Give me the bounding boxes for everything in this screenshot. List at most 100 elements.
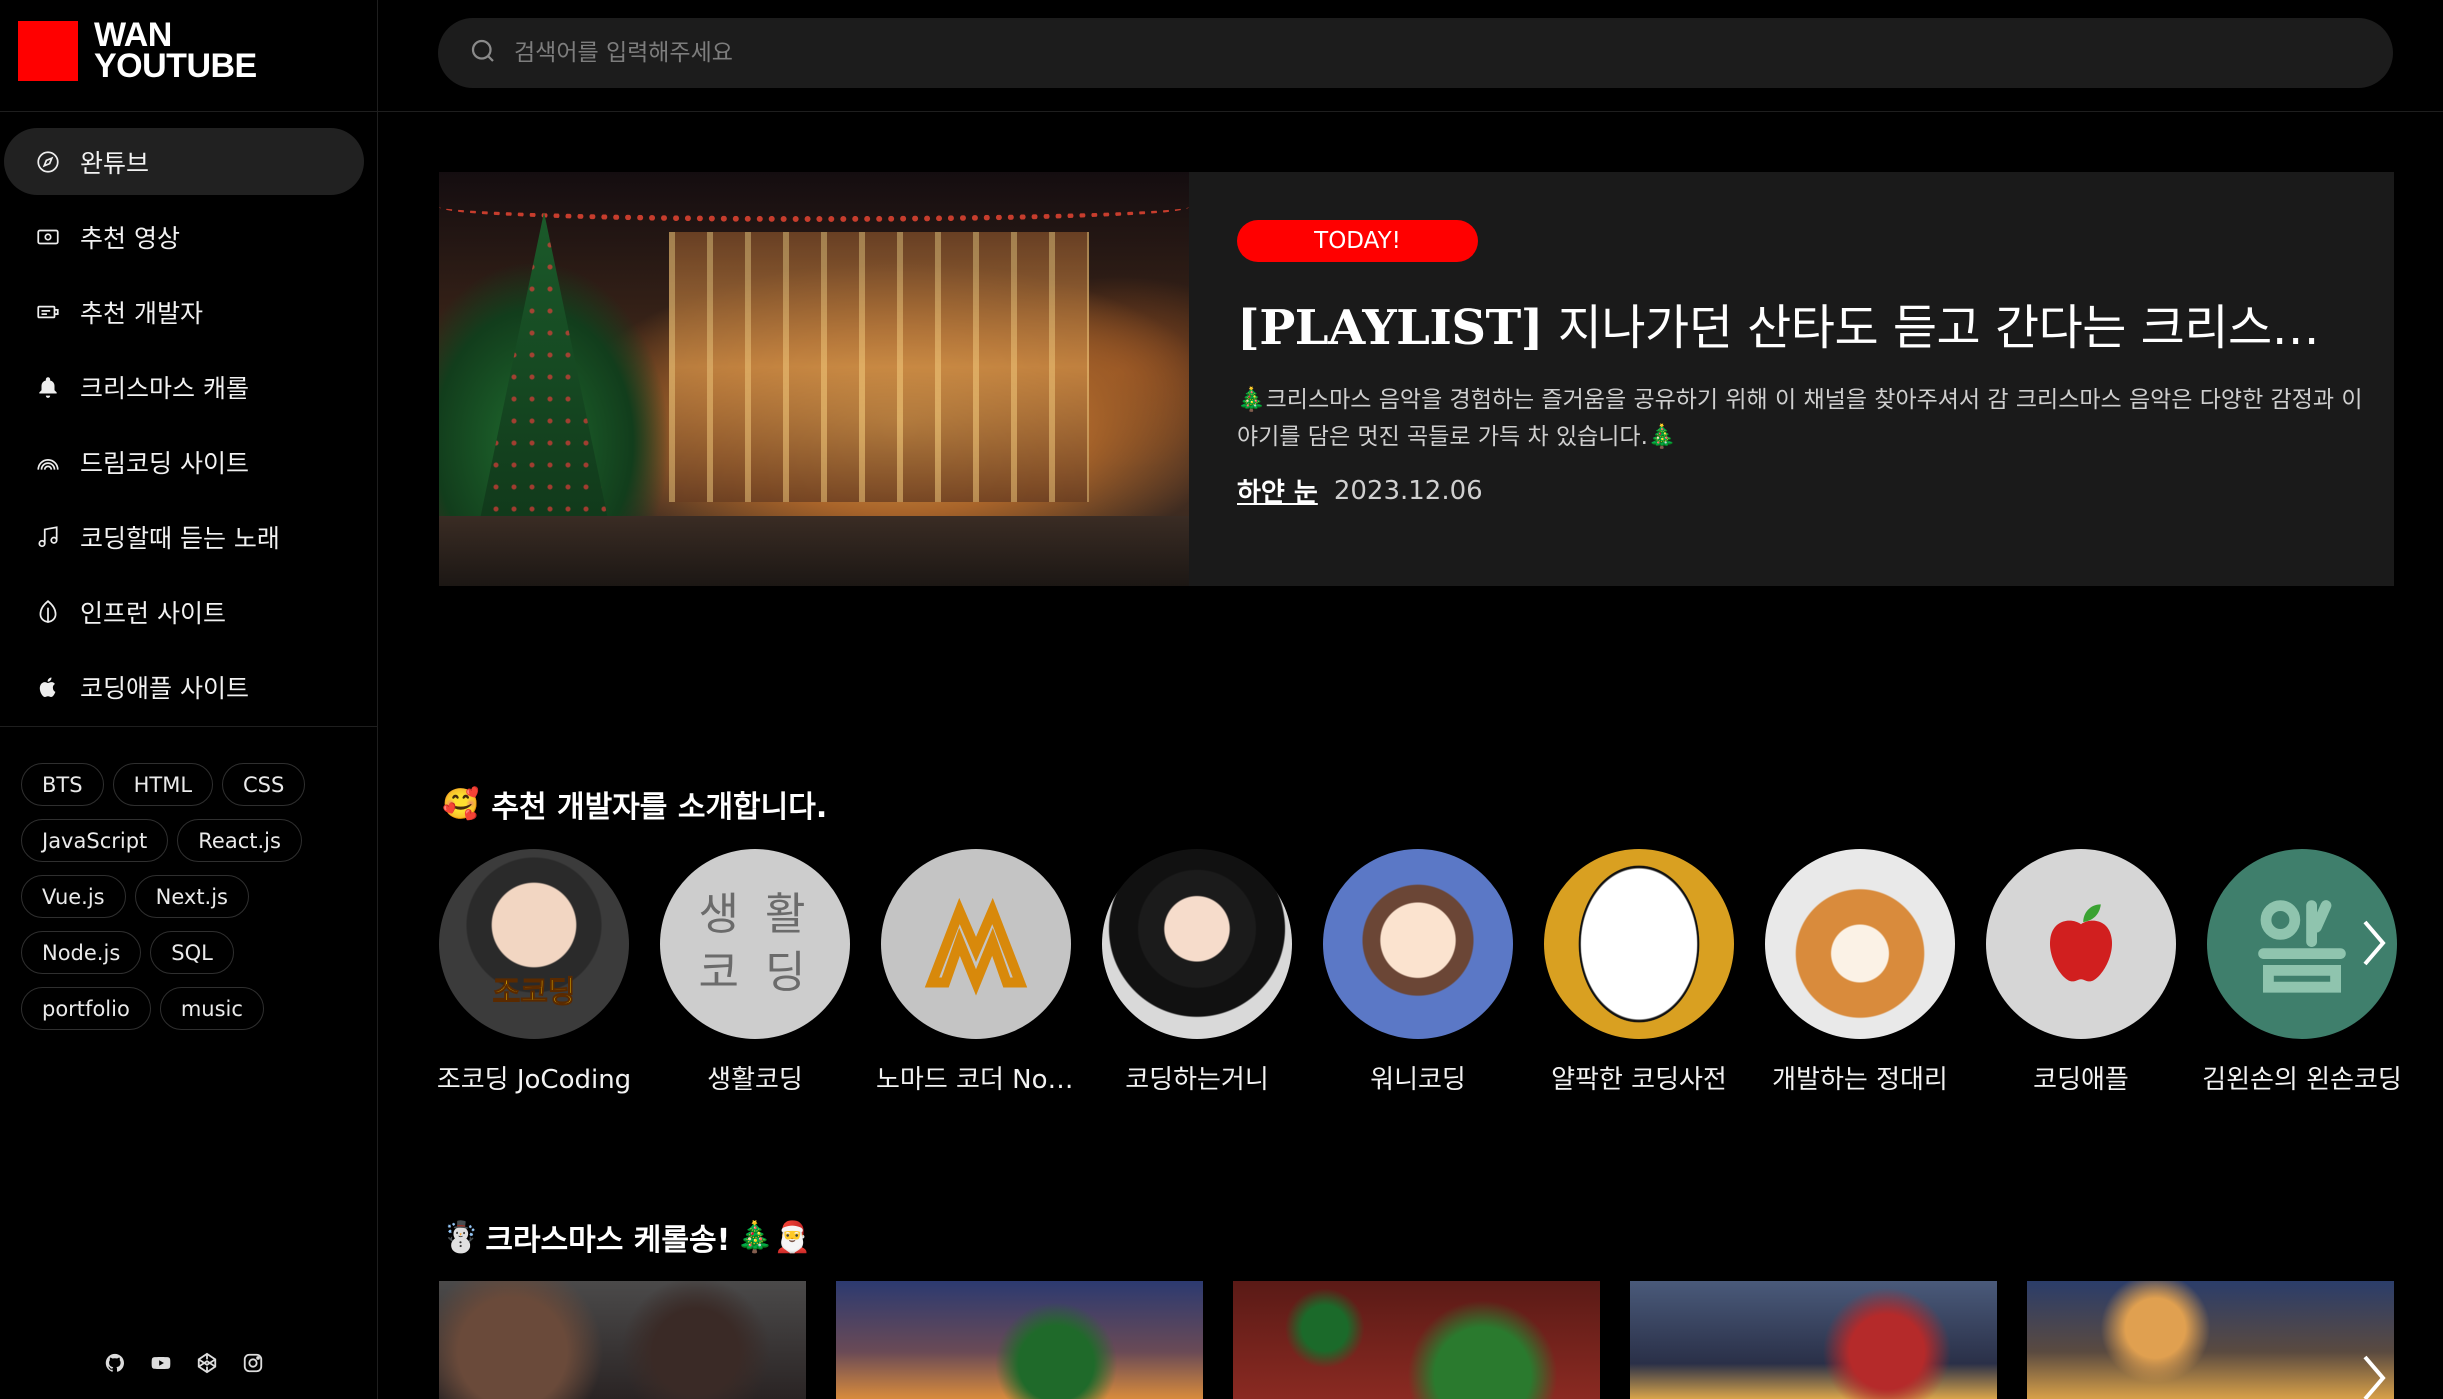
sidebar-item-christmas-carol[interactable]: 크리스마스 캐롤 [4,353,364,420]
featured-date: 2023.12.06 [1333,475,1483,506]
rainbow-icon [34,448,62,476]
codepen-icon[interactable] [196,1352,218,1374]
sidebar-item-recommended-videos[interactable]: 추천 영상 [4,203,364,270]
sidebar-item-label: 추천 영상 [80,223,180,253]
sidebar-item-codingapple[interactable]: 코딩애플 사이트 [4,653,364,720]
tag-list: BTS HTML CSS JavaScript React.js Vue.js … [21,763,361,1030]
sidebar-item-label: 코딩할때 듣는 노래 [80,523,280,553]
leftcoding-logo-icon [2258,900,2346,993]
featured-thumbnail[interactable] [439,172,1189,586]
developer-card[interactable]: 조코딩 조코딩 JoCoding [437,849,631,1096]
chevron-right-icon [2359,1353,2389,1399]
developer-card[interactable]: 코딩애플 [1986,849,2176,1096]
tag-chip[interactable]: BTS [21,763,104,806]
tag-chip[interactable]: Next.js [134,875,249,918]
search-bar[interactable] [438,18,2393,88]
developer-list: 조코딩 조코딩 JoCoding 생 활 코 딩 생활코딩 노마드 코더 Nom… [437,849,2402,1096]
search-icon [468,36,498,70]
instagram-icon[interactable] [242,1352,264,1374]
carol-thumbnail[interactable] [1233,1281,1600,1399]
social-links [104,1352,264,1374]
sidebar-item-coding-music[interactable]: 코딩할때 듣는 노래 [4,503,364,570]
developer-card[interactable]: 개발하는 정대리 [1765,849,1955,1096]
featured-video[interactable]: TODAY! [PLAYLIST] 지나가던 산타도 듣고 간다는 크리스마스 … [439,172,2394,586]
search-input[interactable] [514,40,2314,66]
tag-chip[interactable]: portfolio [21,987,151,1030]
developer-card[interactable]: 코딩하는거니 [1102,849,1292,1096]
tag-chip[interactable]: CSS [222,763,306,806]
sidebar-item-label: 크리스마스 캐롤 [80,373,249,403]
section-emoji: 🥰 [442,786,480,822]
sidebar: WAN YOUTUBE 완튜브 추천 영상 추천 개발자 크리스마스 캐롤 드림… [0,0,378,1399]
youtube-icon[interactable] [150,1352,172,1374]
avatar[interactable]: 생 활 코 딩 [660,849,850,1039]
featured-meta: 하얀 눈 2023.12.06 [1237,472,2394,509]
sidebar-item-inflearn[interactable]: 인프런 사이트 [4,578,364,645]
section-title-text: 크라스마스 케롤송! [485,1223,731,1258]
logo-text: WAN YOUTUBE [94,18,257,83]
apple-icon [34,673,62,701]
nomad-logo-icon [924,897,1028,996]
developer-card[interactable]: 워니코딩 [1323,849,1513,1096]
developers-next-button[interactable] [2350,910,2398,980]
video-icon [34,223,62,251]
carol-thumbnail[interactable] [2027,1281,2394,1399]
top-bar [378,0,2443,112]
tag-chip[interactable]: HTML [112,763,214,806]
featured-description: 🎄크리스마스 음악을 경험하는 즐거움을 공유하기 위해 이 채널을 찾아주셔서… [1237,387,2363,450]
featured-author[interactable]: 하얀 눈 [1237,472,1318,509]
carol-thumbnail[interactable] [1630,1281,1997,1399]
developer-name: 노마드 코더 Nomad Coders [876,1065,1076,1095]
carol-thumbnail[interactable] [836,1281,1203,1399]
featured-title[interactable]: [PLAYLIST] 지나가던 산타도 듣고 간다는 크리스마스 캐롤 [1237,288,2337,358]
avatar-text: 생 활 코 딩 [698,889,812,998]
sidebar-item-label: 완튜브 [80,148,150,178]
developer-name: 워니코딩 [1370,1065,1466,1095]
avatar[interactable] [1765,849,1955,1039]
tag-chip[interactable]: SQL [150,931,234,974]
carols-next-button[interactable] [2350,1345,2398,1399]
avatar[interactable] [1544,849,1734,1039]
section-emoji: ☃️ [442,1219,480,1255]
logo[interactable]: WAN YOUTUBE [18,18,257,83]
sidebar-item-label: 코딩애플 사이트 [80,673,249,703]
avatar[interactable] [1986,849,2176,1039]
developer-name: 코딩애플 [2033,1065,2129,1095]
compass-icon [34,148,62,176]
sidebar-item-recommended-developers[interactable]: 추천 개발자 [4,278,364,345]
tag-chip[interactable]: JavaScript [21,819,169,862]
sidebar-item-wantube[interactable]: 완튜브 [4,128,364,195]
sidebar-item-label: 드림코딩 사이트 [80,448,249,478]
sidebar-item-dreamcoding[interactable]: 드림코딩 사이트 [4,428,364,495]
today-badge: TODAY! [1237,220,1478,262]
developer-card[interactable]: 생 활 코 딩 생활코딩 [660,849,850,1096]
github-icon[interactable] [104,1352,126,1374]
sidebar-item-label: 인프런 사이트 [80,598,226,628]
leaf-icon [34,598,62,626]
developer-name: 생활코딩 [707,1065,803,1095]
thumbnail-garland [439,192,1189,222]
developer-name: 개발하는 정대리 [1772,1065,1948,1095]
developer-name: 얄팍한 코딩사전 [1551,1065,1727,1095]
tag-chip[interactable]: React.js [177,819,302,862]
apple-logo-icon [2049,904,2113,982]
bell-icon [34,373,62,401]
section-title-text: 추천 개발자를 소개합니다. [491,790,828,825]
carol-thumbnail[interactable] [439,1281,806,1399]
featured-title-prefix: [PLAYLIST] [1237,300,1543,356]
carol-video-list [439,1281,2394,1399]
tag-chip[interactable]: Node.js [21,931,142,974]
developers-section-title: 🥰 추천 개발자를 소개합니다. [442,782,827,826]
avatar[interactable]: 조코딩 [439,849,629,1039]
divider [0,111,378,112]
avatar[interactable] [1323,849,1513,1039]
carols-section-title: ☃️ 크라스마스 케롤송! 🎄🎅 [442,1215,823,1259]
developer-card[interactable]: 노마드 코더 Nomad Coders [876,849,1076,1096]
tag-chip[interactable]: music [159,987,264,1030]
featured-info: TODAY! [PLAYLIST] 지나가던 산타도 듣고 간다는 크리스마스 … [1189,172,2394,586]
avatar[interactable] [1102,849,1292,1039]
avatar[interactable] [881,849,1071,1039]
developer-name: 조코딩 JoCoding [436,1065,632,1095]
developer-card[interactable]: 얄팍한 코딩사전 [1544,849,1734,1096]
tag-chip[interactable]: Vue.js [21,875,126,918]
